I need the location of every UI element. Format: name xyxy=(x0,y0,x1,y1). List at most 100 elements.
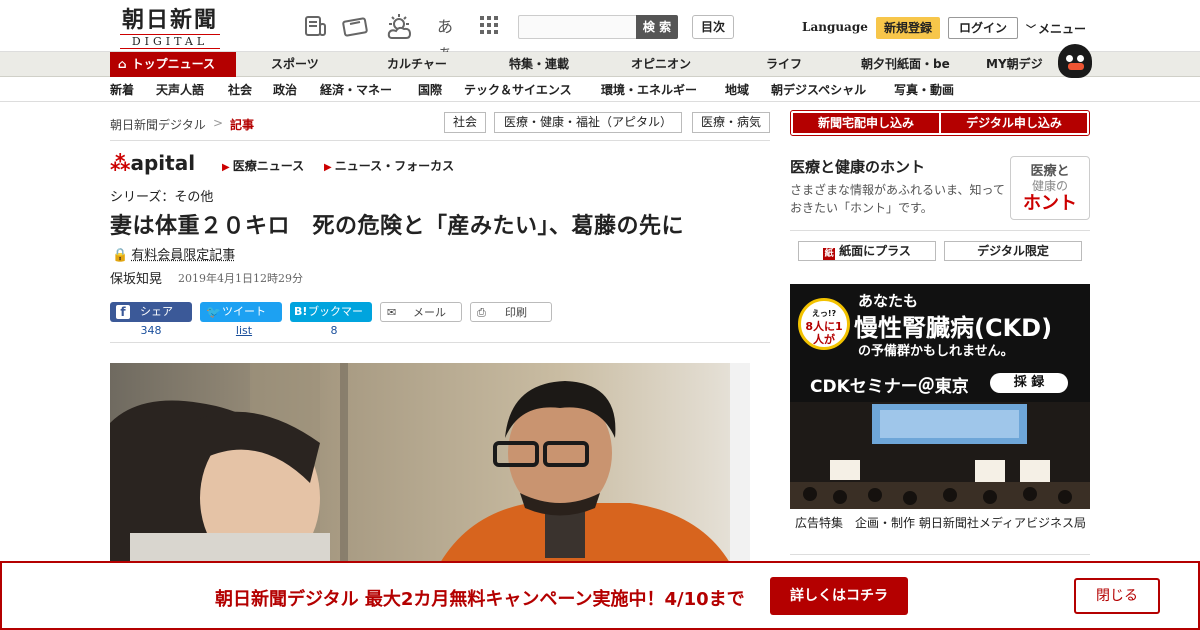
ticket-icon[interactable] xyxy=(342,14,368,40)
paper-plus-icon: 紙 xyxy=(823,248,836,260)
nav-features[interactable]: 特集・連載 xyxy=(509,52,569,77)
nav-opinion[interactable]: オピニオン xyxy=(631,52,691,77)
campaign-text: 朝日新聞デジタル 最大2カ月無料キャンペーン実施中！4/10まで xyxy=(215,589,745,610)
nav-newspaper-be[interactable]: 朝夕刊紙面・be xyxy=(861,52,950,77)
mascot-eye xyxy=(1077,55,1084,62)
nav-photo-video[interactable]: 写真・動画 xyxy=(894,78,954,102)
seminar-stage-image xyxy=(790,402,1090,509)
divider xyxy=(790,230,1090,231)
hatena-bookmark-count: 8 xyxy=(330,324,338,337)
facebook-share-button[interactable]: f シェア xyxy=(110,302,192,322)
language-link[interactable]: Language xyxy=(802,20,868,34)
campaign-close-button[interactable]: 閉じる xyxy=(1074,578,1160,614)
nav-my-asahi[interactable]: MY朝デジ xyxy=(986,52,1043,77)
ad-note: 広告特集 企画・制作 朝日新聞社メディアビジネス局 xyxy=(795,516,1086,530)
hatena-bookmark-button[interactable]: B! ブックマーク xyxy=(290,302,372,338)
breadcrumb-root[interactable]: 朝日新聞デジタル xyxy=(110,116,206,133)
print-label: 印刷 xyxy=(505,306,527,319)
print-button[interactable]: ⎙ 印刷 xyxy=(470,302,552,322)
ad-badge-text: 8人に1人が xyxy=(805,320,843,346)
grid-menu-icon[interactable] xyxy=(476,14,502,40)
article-title: 妻は体重２０キロ 死の危険と「産みたい」、葛藤の先に xyxy=(110,214,685,239)
ad-record-badge: 採 録 xyxy=(990,373,1068,393)
nav-culture[interactable]: カルチャー xyxy=(387,52,447,77)
article-series[interactable]: シリーズ：その他 xyxy=(110,186,213,205)
logo-japanese: 朝日新聞 xyxy=(121,7,218,33)
lock-icon: 🔒 xyxy=(112,248,129,263)
search-input[interactable] xyxy=(518,15,638,39)
breadcrumb-current: 記事 xyxy=(230,118,255,132)
category-label: 医療ニュース xyxy=(232,159,305,173)
plus-paper-button[interactable]: 紙紙面にプラス xyxy=(798,241,936,261)
nav-special[interactable]: 朝デジスペシャル xyxy=(771,78,866,102)
nav-economy[interactable]: 経済・マネー xyxy=(320,78,392,102)
digital-only-button[interactable]: デジタル限定 xyxy=(944,241,1082,261)
weather-icon[interactable] xyxy=(386,14,412,40)
tag-medical[interactable]: 医療・病気 xyxy=(692,112,770,133)
nav-tensei-jingo[interactable]: 天声人語 xyxy=(156,78,204,102)
category-news-focus[interactable]: ▶ ニュース・フォーカス xyxy=(324,157,454,174)
ad-line3: の予備群かもしれません。 xyxy=(858,344,1014,359)
category-medical-news[interactable]: ▶ 医療ニュース xyxy=(222,157,304,174)
facebook-icon: f xyxy=(116,305,130,319)
apital-wordmark: apital xyxy=(130,151,196,175)
menu-label: メニュー xyxy=(1038,22,1087,36)
apital-logo[interactable]: ⁂apital xyxy=(110,151,195,175)
nav-environment[interactable]: 環境・エネルギー xyxy=(601,78,697,102)
apital-dots-icon: ⁂ xyxy=(110,151,131,175)
mascot-beak xyxy=(1068,63,1084,70)
print-icon: ⎙ xyxy=(477,306,486,319)
honto-heading[interactable]: 医療と健康のホント xyxy=(790,156,925,177)
nav-international[interactable]: 国際 xyxy=(418,78,442,102)
nav-region[interactable]: 地域 xyxy=(725,78,749,102)
menu-button[interactable]: ﹀ メニュー xyxy=(1026,20,1086,37)
mail-icon: ✉ xyxy=(387,306,397,319)
tag-apital[interactable]: 医療・健康・福祉（アピタル） xyxy=(494,112,682,133)
article-author[interactable]: 保坂知晃 xyxy=(110,268,162,287)
divider xyxy=(110,342,770,343)
honto-badge-bottom: ホント xyxy=(1023,193,1077,214)
campaign-banner: 朝日新聞デジタル 最大2カ月無料キャンペーン実施中！4/10まで 詳しくはコチラ… xyxy=(0,561,1200,630)
register-button[interactable]: 新規登録 xyxy=(876,17,940,39)
nav-top-news[interactable]: ⌂ トップニュース xyxy=(110,52,236,77)
font-size-icon[interactable]: あぁ xyxy=(430,14,460,62)
breadcrumb-separator: > xyxy=(213,116,224,130)
tag-society[interactable]: 社会 xyxy=(444,112,486,133)
nav-sports[interactable]: スポーツ xyxy=(271,52,319,77)
twitter-share-button[interactable]: 🐦 ツイート xyxy=(200,302,282,322)
honto-badge[interactable]: 医療と 健康の ホント xyxy=(1010,156,1090,220)
login-button[interactable]: ログイン xyxy=(948,17,1018,39)
twitter-share-label: ツイート xyxy=(222,305,266,318)
twitter-share-count[interactable]: list xyxy=(200,324,288,337)
ad-line2: 慢性腎臓病(CKD) xyxy=(854,314,1053,342)
mail-share-label: メール xyxy=(413,306,446,319)
nav-tech-science[interactable]: テック＆サイエンス xyxy=(464,78,572,102)
nav-politics[interactable]: 政治 xyxy=(273,78,297,102)
asahi-logo[interactable]: 朝日新聞 DIGITAL xyxy=(110,7,230,49)
divider xyxy=(790,554,1090,555)
mail-share-button[interactable]: ✉ メール xyxy=(380,302,462,322)
nav-latest[interactable]: 新着 xyxy=(110,78,134,102)
ad-badge: えっ!? 8人に1人が xyxy=(798,298,850,350)
article-photo[interactable] xyxy=(110,363,750,563)
subscribe-digital-button[interactable]: デジタル申し込み xyxy=(941,113,1087,133)
ad-badge-top: えっ!? xyxy=(811,309,837,318)
campaign-details-button[interactable]: 詳しくはコチラ xyxy=(770,577,908,615)
paid-member-label[interactable]: 🔒 有料会員限定記事 xyxy=(112,244,235,263)
mascot-icon[interactable] xyxy=(1058,44,1092,78)
nav-life[interactable]: ライフ xyxy=(766,52,802,77)
article-date: 2019年4月1日12時29分 xyxy=(178,272,303,285)
ad-banner[interactable]: えっ!? 8人に1人が あなたも 慢性腎臓病(CKD) の予備群かもしれません。… xyxy=(790,284,1090,509)
facebook-share-label: シェア xyxy=(140,305,173,318)
plus-paper-label: 紙面にプラス xyxy=(839,244,911,258)
triangle-icon: ▶ xyxy=(324,162,332,173)
chevron-down-icon: ﹀ xyxy=(1026,25,1036,36)
subscribe-paper-button[interactable]: 新聞宅配申し込み xyxy=(793,113,939,133)
triangle-icon: ▶ xyxy=(222,162,230,173)
search-button[interactable]: 検 索 xyxy=(636,15,678,39)
category-label: ニュース・フォーカス xyxy=(334,159,455,173)
newspaper-icon[interactable] xyxy=(302,14,328,40)
nav-society[interactable]: 社会 xyxy=(228,78,252,102)
divider xyxy=(110,140,770,141)
table-of-contents-button[interactable]: 目次 xyxy=(692,15,734,39)
